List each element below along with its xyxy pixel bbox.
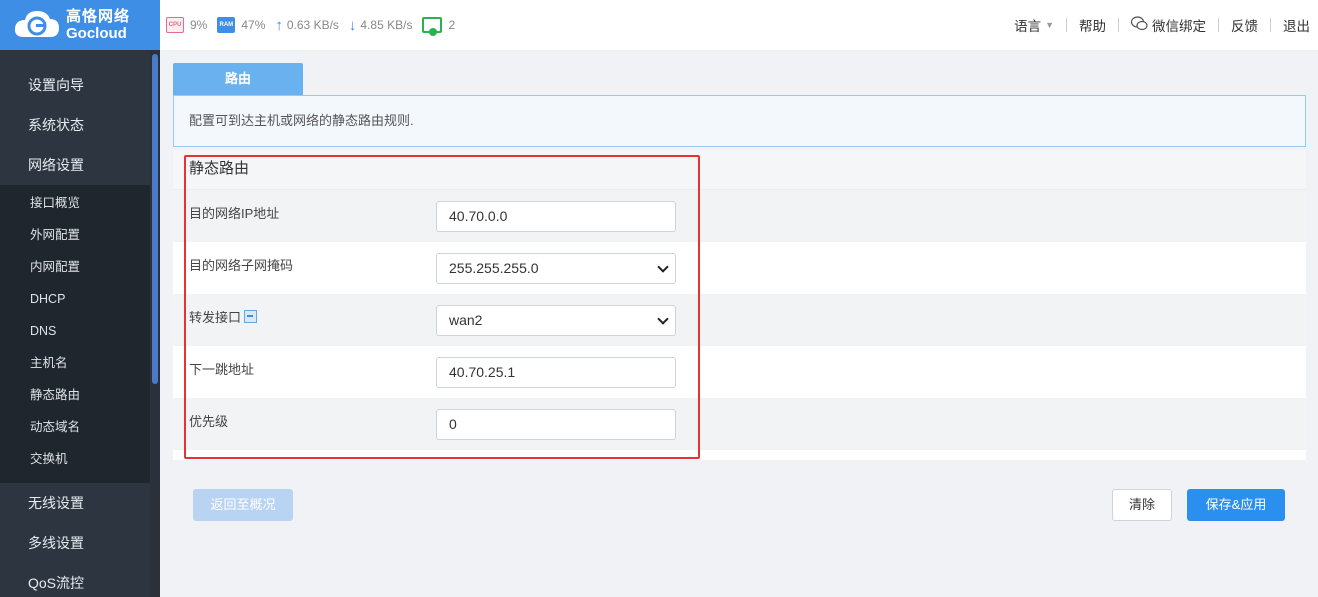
upload-value: 0.63 KB/s	[286, 18, 339, 32]
devices-value: 2	[448, 18, 456, 32]
cpu-stat: CPU 9%	[166, 17, 207, 33]
upload-arrow-icon: ↑	[275, 16, 283, 34]
sidebar-item-setup-wizard[interactable]: 设置向导	[0, 65, 150, 105]
chevron-down-icon	[657, 312, 669, 325]
cloud-logo-icon	[12, 7, 62, 43]
sidebar-item-network-settings[interactable]: 网络设置	[0, 145, 150, 185]
interface-selected-value: wan2	[449, 312, 483, 328]
logout-link[interactable]: 退出	[1271, 15, 1318, 35]
interface-label: 转发接口	[189, 309, 242, 325]
chevron-down-icon	[657, 260, 669, 273]
dest-ip-input[interactable]: 40.70.0.0	[436, 200, 676, 232]
tab-route[interactable]: 路由	[173, 63, 303, 95]
sidebar-item-multiline[interactable]: 多线设置	[0, 523, 150, 563]
priority-label: 优先级	[189, 413, 229, 429]
logo[interactable]: 高恪网络 Gocloud	[0, 0, 160, 50]
sidebar-subitem-hostname[interactable]: 主机名	[0, 347, 150, 379]
sidebar-subitem-interface-overview[interactable]: 接口概览	[0, 187, 150, 219]
brand-name-cn: 高恪网络	[66, 8, 131, 25]
panel-title: 静态路由	[173, 150, 1306, 190]
cpu-value: 9%	[190, 18, 208, 32]
form-row-interface: 转发接口 wan2	[173, 294, 1306, 346]
dest-ip-label: 目的网络IP地址	[189, 205, 280, 221]
gateway-input[interactable]: 40.70.25.1	[436, 356, 676, 388]
upload-stat: ↑ 0.63 KB/s	[275, 17, 339, 34]
devices-stat: 2	[422, 17, 456, 36]
interface-select[interactable]: wan2	[436, 304, 676, 336]
sidebar-item-system-status[interactable]: 系统状态	[0, 105, 150, 145]
mask-selected-value: 255.255.255.0	[449, 260, 539, 276]
clear-button[interactable]: 清除	[1112, 489, 1172, 521]
sidebar-subitem-lan-config[interactable]: 内网配置	[0, 251, 150, 283]
mask-label: 目的网络子网掩码	[189, 257, 294, 273]
form-row-dest-ip: 目的网络IP地址 40.70.0.0	[173, 190, 1306, 242]
feedback-link[interactable]: 反馈	[1219, 15, 1270, 35]
download-arrow-icon: ↓	[348, 16, 357, 34]
help-link[interactable]: 帮助	[1067, 15, 1118, 35]
wechat-bind-link[interactable]: 微信绑定	[1119, 15, 1218, 35]
top-bar: CPU 9% RAM 47% ↑ 0.63 KB/s ↓ 4.85 KB/s 2…	[160, 0, 1318, 50]
scrollbar-thumb[interactable]	[152, 54, 158, 384]
sidebar-subitem-ddns[interactable]: 动态域名	[0, 411, 150, 443]
info-icon[interactable]	[244, 309, 258, 323]
caret-down-icon: ▼	[1045, 20, 1054, 30]
sidebar-submenu: 接口概览 外网配置 内网配置 DHCP DNS 主机名 静态路由 动态域名 交换…	[0, 185, 150, 483]
priority-input[interactable]: 0	[436, 408, 676, 440]
wechat-icon	[1130, 16, 1148, 34]
mask-select[interactable]: 255.255.255.0	[436, 252, 676, 284]
page-description: 配置可到达主机或网络的静态路由规则.	[173, 95, 1306, 147]
sidebar: 设置向导 系统状态 网络设置 接口概览 外网配置 内网配置 DHCP DNS 主…	[0, 50, 160, 597]
download-value: 4.85 KB/s	[360, 18, 413, 32]
form-footer: 返回至概况 清除 保存&应用	[173, 460, 1306, 542]
sidebar-item-wireless[interactable]: 无线设置	[0, 483, 150, 523]
language-dropdown[interactable]: 语言 ▼	[1002, 15, 1066, 35]
language-label: 语言	[1014, 19, 1042, 34]
sidebar-subitem-switch[interactable]: 交换机	[0, 443, 150, 475]
sidebar-subitem-dhcp[interactable]: DHCP	[0, 283, 150, 315]
sidebar-scrollbar[interactable]	[150, 50, 160, 597]
gateway-label: 下一跳地址	[189, 361, 255, 377]
back-to-overview-button[interactable]: 返回至概况	[193, 489, 293, 521]
sidebar-subitem-dns[interactable]: DNS	[0, 315, 150, 347]
ram-stat: RAM 47%	[217, 17, 265, 33]
ram-icon: RAM	[217, 17, 236, 33]
save-apply-button[interactable]: 保存&应用	[1187, 489, 1285, 521]
sidebar-item-qos[interactable]: QoS流控	[0, 563, 150, 597]
static-route-panel: 静态路由 目的网络IP地址 40.70.0.0 目的网络子网掩码 255.255…	[173, 150, 1306, 542]
form-row-priority: 优先级 0	[173, 398, 1306, 450]
form-row-mask: 目的网络子网掩码 255.255.255.0	[173, 242, 1306, 294]
sidebar-subitem-static-route[interactable]: 静态路由	[0, 379, 150, 411]
sidebar-subitem-wan-config[interactable]: 外网配置	[0, 219, 150, 251]
ram-value: 47%	[241, 18, 266, 32]
download-stat: ↓ 4.85 KB/s	[349, 17, 413, 34]
wechat-label: 微信绑定	[1152, 19, 1206, 34]
cpu-icon: CPU	[166, 17, 184, 33]
brand-name-en: Gocloud	[66, 25, 127, 42]
monitor-check-icon	[422, 17, 443, 36]
form-row-gateway: 下一跳地址 40.70.25.1	[173, 346, 1306, 398]
